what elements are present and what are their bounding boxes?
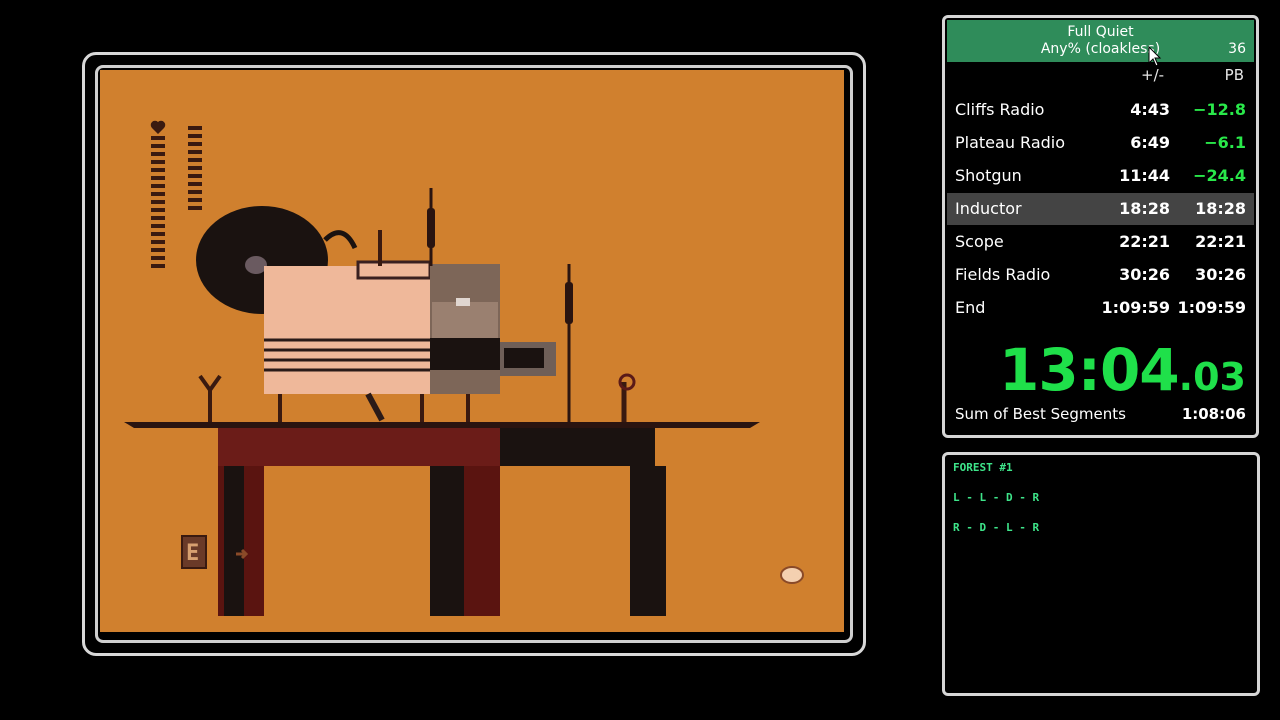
attempt-count: 36 [1228, 41, 1246, 57]
split-name: End [955, 298, 986, 317]
split-name: Inductor [955, 199, 1022, 218]
mouse-cursor-icon [1148, 46, 1162, 67]
split-name: Cliffs Radio [955, 100, 1045, 119]
letter-e: E [186, 541, 199, 566]
split-pb-time: 1:09:59 [1177, 298, 1246, 317]
run-timer: 13:04.03 [999, 336, 1246, 404]
run-title: Full Quiet [1067, 24, 1134, 40]
splits-header: Full Quiet Any% (cloakless) 36 [947, 20, 1254, 62]
sum-of-best-label: Sum of Best Segments [955, 405, 1126, 423]
split-pb-time: 30:26 [1195, 265, 1246, 284]
split-name: Shotgun [955, 166, 1022, 185]
split-name: Plateau Radio [955, 133, 1066, 152]
split-row: Plateau Radio 6:49 −6.1 [947, 127, 1254, 159]
notes-panel: FOREST #1 L - L - D - R R - D - L - R [942, 452, 1260, 696]
split-row: Shotgun 11:44 −24.4 [947, 160, 1254, 192]
note-line: L - L - D - R [953, 491, 1040, 504]
split-delta: 4:43 [1130, 100, 1170, 119]
game-frame: E [82, 52, 866, 656]
sum-of-best-value: 1:08:06 [1181, 405, 1246, 423]
column-header-delta: +/- [1141, 66, 1165, 84]
split-delta: 30:26 [1119, 265, 1170, 284]
split-delta: 11:44 [1119, 166, 1170, 185]
radio-machine [196, 188, 573, 428]
ammo-meter [188, 126, 202, 210]
split-name: Fields Radio [955, 265, 1051, 284]
split-delta: 1:09:59 [1101, 298, 1170, 317]
split-pb-time: 22:21 [1195, 232, 1246, 251]
split-pb-time: −24.4 [1193, 166, 1246, 185]
timer-fraction: .03 [1178, 355, 1246, 399]
split-delta: 6:49 [1130, 133, 1170, 152]
note-line: R - D - L - R [953, 521, 1040, 534]
column-header-pb: PB [1224, 66, 1244, 84]
splits-panel: Full Quiet Any% (cloakless) 36 +/- PB Cl… [942, 15, 1259, 438]
slingshot-prop [198, 374, 222, 426]
table [124, 422, 760, 616]
timer-main: 13:04 [999, 336, 1180, 404]
split-row: Scope 22:21 22:21 [947, 226, 1254, 258]
health-meter [150, 120, 166, 268]
split-row: Inductor 18:28 18:28 [947, 193, 1254, 225]
split-pb-time: −6.1 [1204, 133, 1246, 152]
split-pb-time: −12.8 [1193, 100, 1246, 119]
split-row: Cliffs Radio 4:43 −12.8 [947, 94, 1254, 126]
game-scene: E [124, 120, 804, 616]
split-row: Fields Radio 30:26 30:26 [947, 259, 1254, 291]
game-screen: E [100, 70, 844, 632]
run-category: Any% (cloakless) [1040, 41, 1161, 57]
valve-prop [618, 373, 636, 426]
split-pb-time: 18:28 [1195, 199, 1246, 218]
split-delta: 22:21 [1119, 232, 1170, 251]
stream-layout: E Full Quiet Any% (cloakless) 36 +/- PB … [0, 0, 1280, 720]
split-delta: 18:28 [1119, 199, 1170, 218]
split-name: Scope [955, 232, 1004, 251]
split-row: End 1:09:59 1:09:59 [947, 292, 1254, 324]
heart-icon [150, 120, 166, 134]
pickup-item [780, 566, 804, 584]
note-heading: FOREST #1 [953, 461, 1013, 474]
